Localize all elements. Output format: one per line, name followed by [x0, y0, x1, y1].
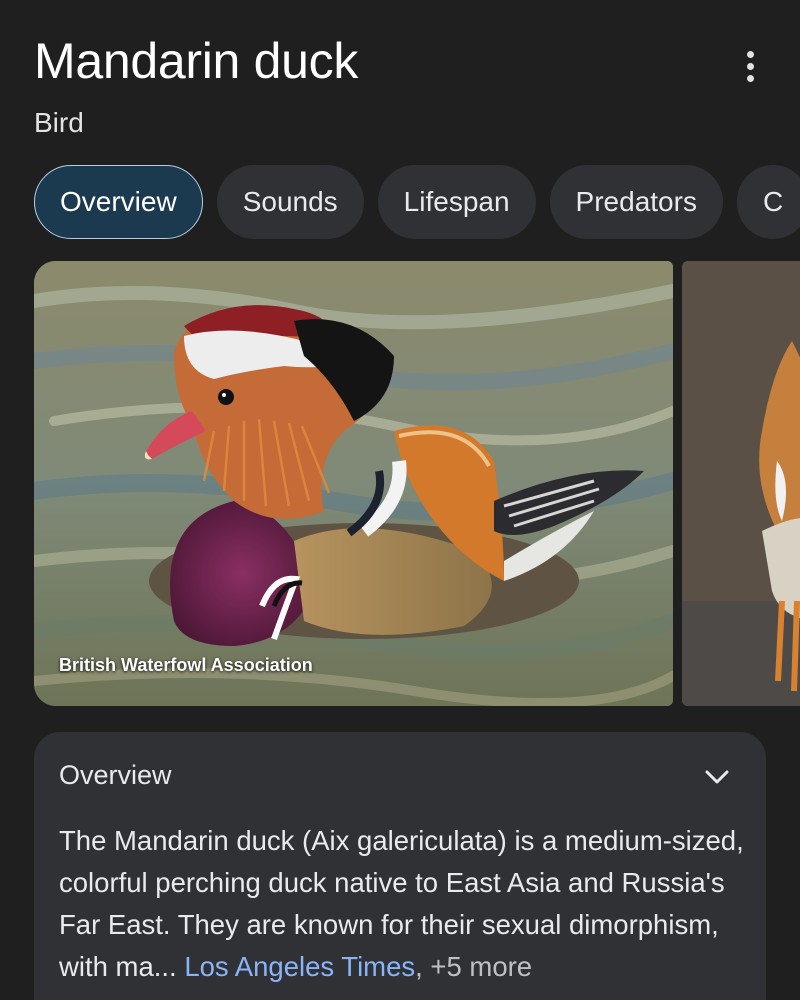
header: Mandarin duck Bird — [34, 30, 800, 140]
tab-bar: Overview Sounds Lifespan Predators C — [34, 165, 800, 239]
tab-overview[interactable]: Overview — [34, 165, 203, 239]
duck-image[interactable]: British Waterfowl Association — [34, 261, 673, 706]
source-link[interactable]: Los Angeles Times — [184, 951, 415, 982]
overview-title: Overview — [59, 760, 172, 790]
overview-ellipsis: ... — [153, 951, 185, 982]
duck-image-secondary[interactable] — [682, 261, 800, 706]
tab-partial[interactable]: C — [736, 165, 800, 239]
knowledge-panel: Mandarin duck Bird Overview Sounds Lifes… — [0, 0, 800, 1000]
tab-sounds[interactable]: Sounds — [216, 165, 364, 239]
entity-type: Bird — [34, 107, 84, 138]
tab-lifespan[interactable]: Lifespan — [377, 165, 536, 239]
more-vertical-icon[interactable] — [730, 44, 770, 88]
page-title: Mandarin duck — [34, 33, 359, 89]
more-sources[interactable]: , +5 more — [415, 951, 532, 982]
overview-card: Overview The Mandarin duck (Aix galericu… — [34, 732, 766, 1000]
overview-text: The Mandarin duck (Aix galericulata) is … — [59, 820, 749, 988]
tab-predators[interactable]: Predators — [549, 165, 723, 239]
image-credit[interactable]: British Waterfowl Association — [59, 655, 313, 676]
chevron-down-icon[interactable] — [702, 762, 732, 792]
